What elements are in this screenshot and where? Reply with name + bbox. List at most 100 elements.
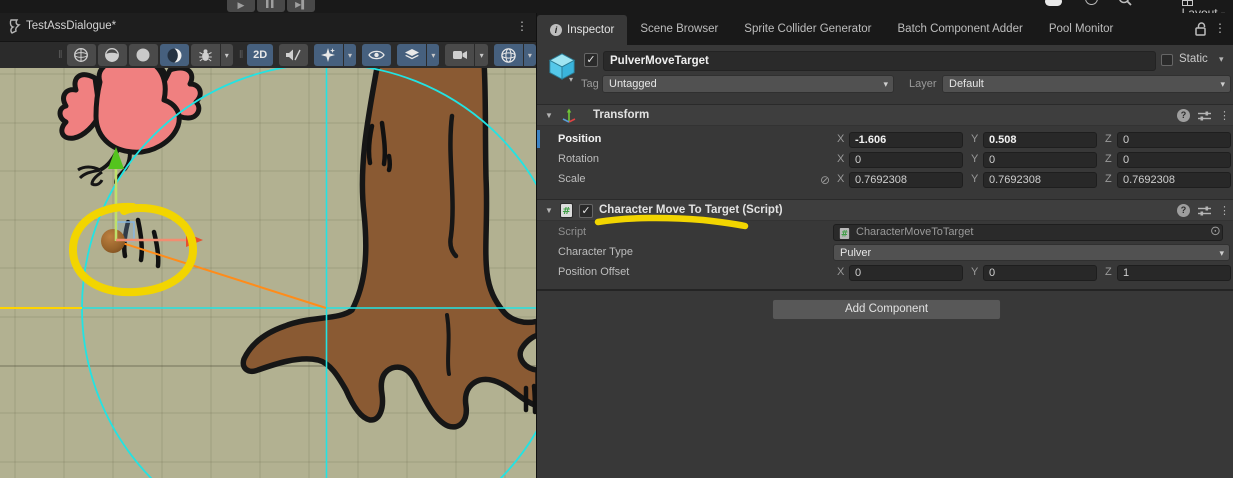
gizmo-solid-sphere-button[interactable] [129, 44, 158, 66]
scale-x-field[interactable]: 0.7692308 [849, 172, 963, 188]
tab-pool-monitor[interactable]: Pool Monitor [1036, 13, 1127, 45]
tab-batch-component-adder-label: Batch Component Adder [898, 23, 1023, 35]
position-offset-label: Position Offset [558, 266, 629, 278]
scene-toolbar: ‖ ▾ ‖ 2D ▾ ▾ [0, 42, 536, 68]
scene-pane: TestAssDialogue* ⋮ ‖ ▾ ‖ 2D ▾ [0, 13, 536, 478]
script-component-header[interactable]: ▼ # ✓ Character Move To Target (Script) … [537, 199, 1233, 221]
add-component-button[interactable]: Add Component [772, 299, 1001, 320]
pause-button[interactable]: ▌▌ [257, 0, 285, 12]
layer-dropdown[interactable]: Default ▾ [942, 75, 1231, 93]
layer-caret-icon: ▾ [1220, 76, 1225, 92]
scene-tab[interactable]: TestAssDialogue* [26, 20, 116, 32]
scale-z-axis: Z [1105, 173, 1112, 185]
lock-icon[interactable] [1195, 22, 1208, 36]
help-icon[interactable]: ? [1177, 109, 1190, 122]
script-icon: # [560, 203, 573, 218]
rotation-z-field[interactable]: 0 [1117, 152, 1231, 168]
tag-dropdown[interactable]: Untagged ▾ [602, 75, 894, 93]
static-checkbox[interactable] [1161, 54, 1173, 66]
cloud-icon[interactable] [1045, 0, 1062, 6]
play-icon: ▶ [238, 0, 245, 10]
rotation-y-field[interactable]: 0 [983, 152, 1097, 168]
offset-y-field[interactable]: 0 [983, 265, 1097, 281]
effects-button[interactable] [314, 44, 343, 66]
camera-button[interactable] [445, 44, 474, 66]
position-z-field[interactable]: 0 [1117, 132, 1231, 148]
tree-sprite[interactable] [243, 68, 536, 427]
offset-x-field[interactable]: 0 [849, 265, 963, 281]
object-picker-icon[interactable]: ⊙ [1210, 223, 1221, 239]
gameobject-name-field[interactable]: PulverMoveTarget [603, 51, 1156, 71]
layers-button[interactable] [397, 44, 426, 66]
scale-y-axis: Y [971, 173, 978, 185]
history-icon[interactable] [1085, 0, 1098, 5]
position-y-field[interactable]: 0.508 [983, 132, 1097, 148]
layout-dropdown[interactable]: Layout ▾ [1182, 0, 1225, 13]
tab-batch-component-adder[interactable]: Batch Component Adder [885, 13, 1036, 45]
bird-sprite[interactable] [60, 68, 200, 185]
script-object-field[interactable]: # CharacterMoveToTarget [833, 224, 1223, 241]
scene-visibility-eye-button[interactable] [362, 44, 391, 66]
presets-icon[interactable] [1198, 110, 1211, 122]
transform-kebab-icon[interactable]: ⋮ [1219, 109, 1230, 122]
step-button[interactable]: ▶▌ [287, 0, 315, 12]
static-label: Static [1179, 53, 1208, 65]
rotation-y-axis: Y [971, 153, 978, 165]
transform-icon [561, 108, 577, 124]
script-foldout-icon[interactable]: ▼ [545, 206, 553, 215]
gizmo-toggle-button[interactable] [494, 44, 523, 66]
tree-crack-line-2 [447, 315, 449, 374]
tab-scene-browser-label: Scene Browser [640, 23, 718, 35]
gizmo-toggle-caret[interactable]: ▾ [524, 44, 536, 66]
position-x-field[interactable]: -1.606 [849, 132, 963, 148]
mode-2d-button[interactable]: 2D [247, 44, 272, 66]
unity-scene-icon [8, 19, 22, 34]
effects-caret[interactable]: ▾ [344, 44, 356, 66]
scene-viewport[interactable] [0, 68, 536, 478]
script-component-title: Character Move To Target (Script) [599, 204, 783, 216]
gizmo-shaded-sphere-button[interactable] [98, 44, 127, 66]
debug-bug-button[interactable] [191, 44, 220, 66]
gizmo-crescent-button[interactable] [160, 44, 189, 66]
transform-foldout-icon[interactable]: ▼ [545, 111, 553, 120]
search-icon[interactable] [1118, 0, 1132, 6]
inspector-tab-bar: i Inspector Scene Browser Sprite Collide… [537, 13, 1233, 45]
tab-inspector[interactable]: i Inspector [537, 15, 627, 45]
scale-y-field[interactable]: 0.7692308 [983, 172, 1097, 188]
orange-connection-line [116, 241, 326, 308]
tab-scene-browser[interactable]: Scene Browser [627, 13, 731, 45]
script-kebab-icon[interactable]: ⋮ [1219, 204, 1230, 217]
rotation-x-field[interactable]: 0 [849, 152, 963, 168]
tab-sprite-collider-generator[interactable]: Sprite Collider Generator [731, 13, 884, 45]
check-icon: ✓ [581, 205, 590, 217]
script-ref-icon: # [839, 227, 850, 240]
position-z-axis: Z [1105, 133, 1112, 145]
gameobject-icon-caret[interactable]: ▾ [569, 75, 573, 84]
script-presets-icon[interactable] [1198, 205, 1211, 217]
scene-render [0, 68, 536, 478]
audio-mute-button[interactable] [279, 44, 308, 66]
layers-caret[interactable]: ▾ [427, 44, 439, 66]
character-type-value: Pulver [840, 247, 871, 259]
gameobject-active-checkbox[interactable]: ✓ [584, 53, 598, 67]
gizmo-wire-sphere-button[interactable] [67, 44, 96, 66]
script-enabled-checkbox[interactable]: ✓ [579, 204, 593, 218]
link-broken-icon[interactable]: ⊘ [820, 173, 830, 187]
inspector-pane: i Inspector Scene Browser Sprite Collide… [536, 13, 1233, 478]
check-icon: ✓ [586, 54, 595, 66]
play-button[interactable]: ▶ [227, 0, 255, 12]
offset-z-field[interactable]: 1 [1117, 265, 1231, 281]
scale-z-field[interactable]: 0.7692308 [1117, 172, 1231, 188]
script-help-icon[interactable]: ? [1177, 204, 1190, 217]
layout-caret-icon: ▾ [1221, 10, 1225, 13]
transform-header[interactable]: ▼ Transform ? ⋮ [537, 104, 1233, 126]
character-type-caret-icon: ▾ [1219, 245, 1224, 261]
character-type-dropdown[interactable]: Pulver ▾ [833, 244, 1230, 261]
static-caret-icon[interactable]: ▾ [1219, 54, 1224, 65]
scene-menu-kebab-icon[interactable]: ⋮ [516, 19, 528, 33]
debug-bug-caret[interactable]: ▾ [221, 44, 233, 66]
inspector-menu-kebab-icon[interactable]: ⋮ [1214, 21, 1226, 35]
layer-value: Default [949, 78, 984, 90]
pause-icon: ▌▌ [266, 1, 276, 8]
camera-caret[interactable]: ▾ [475, 44, 487, 66]
